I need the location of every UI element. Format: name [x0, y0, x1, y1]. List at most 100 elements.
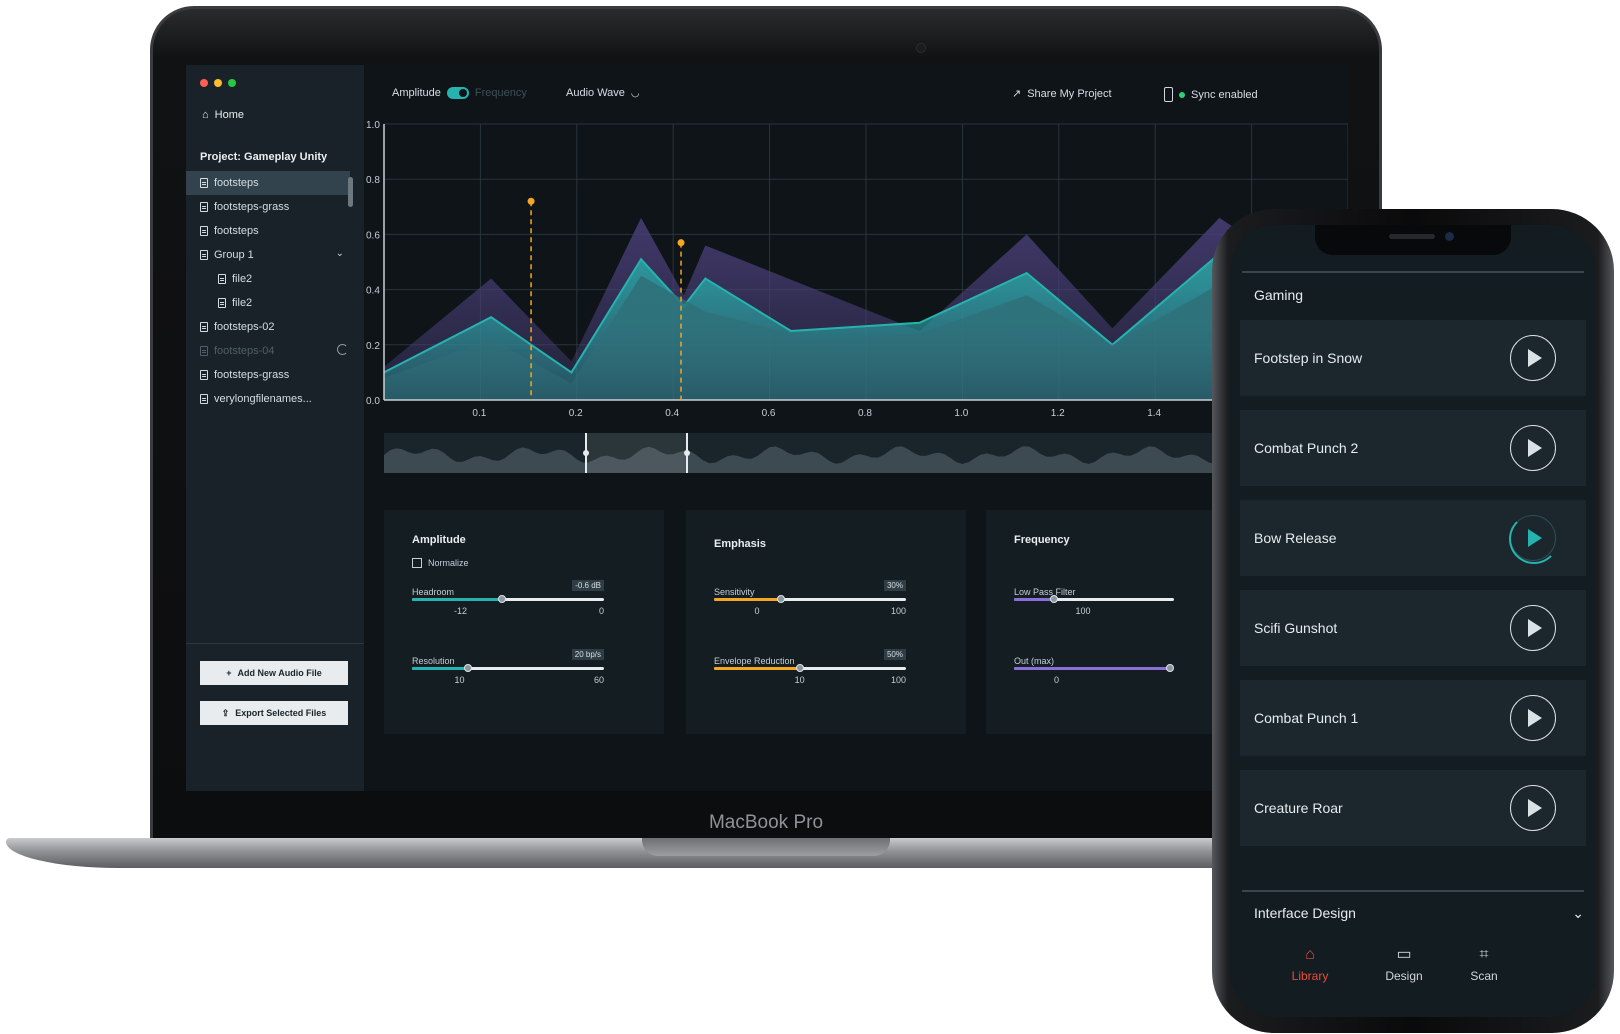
play-icon[interactable] [1510, 335, 1556, 381]
slider-track[interactable] [412, 595, 604, 603]
app-window: ⌂ Home Project: Gameplay Unity footsteps… [186, 65, 1348, 791]
maximize-button[interactable] [228, 79, 236, 87]
sidebar: ⌂ Home Project: Gameplay Unity footsteps… [186, 65, 364, 791]
file-item[interactable]: footsteps-02 [186, 315, 364, 339]
y-tick-label: 1.0 [366, 120, 380, 131]
low-pass-filter-slider[interactable]: Low Pass Filter 100 [1014, 582, 1174, 616]
play-icon[interactable] [1510, 785, 1556, 831]
slider-track[interactable] [1014, 664, 1174, 672]
slider-track[interactable] [1014, 595, 1174, 603]
play-icon[interactable] [1510, 425, 1556, 471]
slider-track[interactable] [714, 664, 906, 672]
headroom-slider[interactable]: Headroom -0.6 dB -12 0 [412, 580, 604, 616]
out-max-slider[interactable]: Out (max) 0 [1014, 651, 1174, 685]
chevron-down-icon[interactable]: ⌄ [336, 248, 344, 259]
tab-label: Scan [1470, 969, 1498, 983]
slider-track[interactable] [412, 664, 604, 672]
add-audio-file-button[interactable]: + Add New Audio File [200, 661, 348, 685]
marker-handle[interactable] [677, 239, 685, 247]
envelope-reduction-slider[interactable]: Envelope Reduction 50% 10 100 [714, 649, 906, 685]
file-item[interactable]: footsteps [186, 219, 364, 243]
tab-design[interactable]: ▭ Design [1364, 946, 1444, 984]
amplitude-toggle-label: Amplitude [392, 87, 441, 99]
panel-title: Frequency [1014, 534, 1070, 546]
selection-handle-knob[interactable] [684, 450, 690, 456]
tab-library[interactable]: ⌂ Library [1270, 946, 1350, 984]
file-item[interactable]: footsteps-grass [186, 363, 364, 387]
home-icon: ⌂ [1305, 946, 1315, 963]
slider-knob[interactable] [1166, 664, 1174, 672]
waveform-overview[interactable] [384, 433, 1348, 473]
sound-card[interactable]: Combat Punch 1 [1240, 680, 1586, 756]
file-item-loading[interactable]: footsteps-04 [186, 339, 364, 363]
minimize-button[interactable] [214, 79, 222, 87]
resolution-slider[interactable]: Resolution 20 bp/s 10 60 [412, 649, 604, 685]
panel-title: Emphasis [714, 538, 766, 550]
slider-max: 60 [593, 675, 604, 685]
sound-card[interactable]: Creature Roar [1240, 770, 1586, 846]
slider-fill [1014, 598, 1054, 601]
sound-card[interactable]: Footstep in Snow [1240, 320, 1586, 396]
window-controls[interactable] [200, 79, 236, 87]
slider-label: Out (max) [1014, 656, 1055, 666]
play-icon[interactable] [1510, 605, 1556, 651]
tab-scan[interactable]: ⌗ Scan [1444, 947, 1524, 984]
export-files-button[interactable]: ⇪ Export Selected Files [200, 701, 348, 725]
file-item[interactable]: footsteps [186, 171, 350, 195]
amplitude-chart[interactable]: 0.0 0.2 0.4 0.6 0.8 1.0 0.1 0.2 0.4 0.6 0.8 1.0 1.2 1… [364, 120, 1348, 420]
mode-toggle-group: Amplitude Frequency [392, 87, 527, 99]
file-icon [200, 394, 208, 404]
marker-handle[interactable] [527, 197, 535, 205]
checkbox-label: Normalize [428, 558, 469, 568]
normalize-checkbox[interactable]: Normalize [412, 558, 469, 568]
slider-knob[interactable] [796, 664, 805, 672]
y-tick-label: 0.8 [366, 175, 380, 186]
play-progress-icon[interactable] [1509, 514, 1559, 564]
play-icon[interactable] [1510, 695, 1556, 741]
slider-knob[interactable] [498, 595, 507, 603]
slider-label: Envelope Reduction [714, 656, 795, 666]
sound-title: Footstep in Snow [1254, 350, 1363, 366]
audio-wave-button[interactable]: Audio Wave ◡ [566, 87, 640, 99]
slider-max: 100 [890, 606, 906, 616]
file-item[interactable]: file2 [186, 267, 364, 291]
chevron-down-icon[interactable]: ⌄ [1572, 905, 1584, 922]
sound-card[interactable]: Scifi Gunshot [1240, 590, 1586, 666]
overview-selection[interactable] [586, 433, 687, 473]
close-button[interactable] [200, 79, 208, 87]
slider-min: 100 [1075, 606, 1091, 616]
home-icon: ⌂ [202, 109, 209, 121]
home-link[interactable]: ⌂ Home [202, 109, 244, 121]
file-item[interactable]: file2 [186, 291, 364, 315]
sidebar-scrollbar[interactable] [348, 177, 353, 207]
selection-handle-knob[interactable] [583, 450, 589, 456]
y-tick-label: 0.6 [366, 230, 380, 241]
monitor-icon: ▭ [1396, 946, 1412, 963]
slider-track[interactable] [714, 595, 906, 603]
file-item[interactable]: verylongfilenames... [186, 387, 364, 411]
phone-screen: Gaming Footstep in Snow Combat Punch 2 B… [1230, 225, 1596, 1017]
phone-device: Gaming Footstep in Snow Combat Punch 2 B… [1212, 209, 1614, 1033]
amplitude-frequency-toggle[interactable] [446, 87, 469, 99]
slider-value: -0.6 dB [572, 580, 604, 591]
file-label: footsteps-04 [214, 345, 275, 357]
file-label: footsteps [214, 225, 259, 237]
x-tick-label: 0.2 [569, 408, 583, 419]
category-heading: Gaming [1254, 287, 1304, 303]
sound-card-playing[interactable]: Bow Release [1240, 500, 1586, 576]
slider-knob[interactable] [1050, 595, 1058, 603]
file-group[interactable]: Group 1 ⌄ [186, 243, 364, 267]
share-project-button[interactable]: ↗ Share My Project [1012, 87, 1112, 101]
sound-title: Combat Punch 1 [1254, 710, 1359, 726]
file-icon [200, 250, 208, 260]
checkbox-box[interactable] [412, 558, 422, 568]
slider-knob[interactable] [777, 595, 786, 603]
tab-label: Library [1291, 969, 1329, 983]
slider-knob[interactable] [463, 664, 472, 672]
sound-card[interactable]: Combat Punch 2 [1240, 410, 1586, 486]
section-header[interactable]: Interface Design [1254, 905, 1356, 921]
slider-min: 10 [454, 675, 465, 685]
file-item[interactable]: footsteps-grass [186, 195, 364, 219]
sensitivity-slider[interactable]: Sensitivity 30% 0 100 [714, 580, 906, 616]
slider-min: 10 [794, 675, 805, 685]
